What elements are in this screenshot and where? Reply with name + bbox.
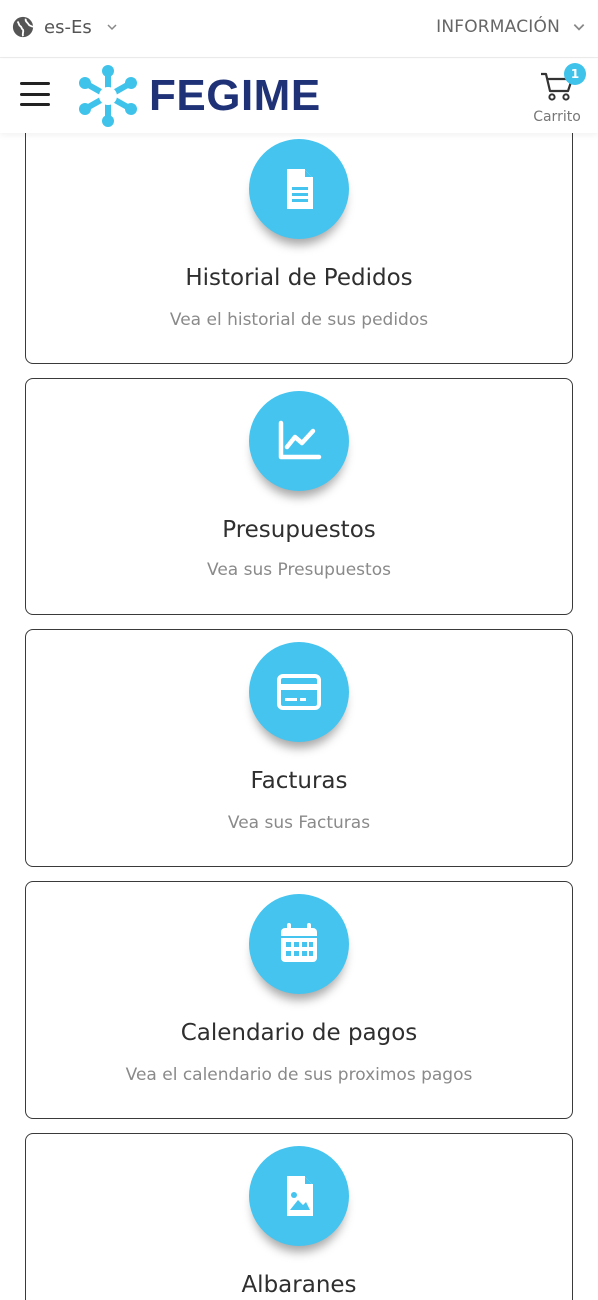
card-delivery-notes[interactable]: Albaranes xyxy=(25,1133,573,1300)
cart-button[interactable]: 1 Carrito xyxy=(528,63,586,129)
card-budgets[interactable]: Presupuestos Vea sus Presupuestos xyxy=(25,378,573,615)
globe-icon xyxy=(12,16,34,38)
cart-count-badge: 1 xyxy=(564,63,586,85)
card-icon-circle xyxy=(249,139,349,239)
image-file-icon xyxy=(287,1176,313,1216)
line-chart-icon xyxy=(278,420,322,460)
brand-name: FEGIME xyxy=(149,71,321,120)
card-icon-circle xyxy=(249,642,349,742)
card-icon-circle xyxy=(249,894,349,994)
card-description: Vea el calendario de sus proximos pagos xyxy=(125,1065,473,1085)
cart-label: Carrito xyxy=(533,109,581,125)
card-payment-calendar[interactable]: Calendario de pagos Vea el calendario de… xyxy=(25,881,573,1119)
card-description: Vea sus Facturas xyxy=(227,813,371,833)
card-invoices[interactable]: Facturas Vea sus Facturas xyxy=(25,629,573,867)
language-selector[interactable]: es-Es xyxy=(12,16,118,38)
card-title: Albaranes xyxy=(241,1272,357,1298)
card-icon-circle xyxy=(249,1146,349,1246)
chevron-down-icon xyxy=(573,24,585,31)
logo-mark-icon xyxy=(79,65,137,127)
card-title: Facturas xyxy=(250,768,348,794)
credit-card-icon xyxy=(277,674,321,710)
info-menu-label: INFORMACIÓN xyxy=(436,17,560,37)
card-title: Calendario de pagos xyxy=(180,1020,418,1046)
language-label: es-Es xyxy=(44,16,92,38)
card-order-history[interactable]: Historial de Pedidos Vea el historial de… xyxy=(25,110,573,364)
card-title: Presupuestos xyxy=(222,517,376,543)
document-icon xyxy=(287,169,313,209)
menu-icon[interactable] xyxy=(20,82,50,106)
card-description: Vea sus Presupuestos xyxy=(207,560,391,580)
main-header: FEGIME 1 Carrito xyxy=(0,59,598,133)
fegime-logo[interactable]: FEGIME xyxy=(75,63,321,129)
chevron-down-icon xyxy=(107,24,117,31)
card-description: Vea el historial de sus pedidos xyxy=(169,310,429,330)
top-bar: es-Es INFORMACIÓN xyxy=(0,0,598,58)
calendar-icon xyxy=(281,923,317,962)
info-menu[interactable]: INFORMACIÓN xyxy=(436,17,586,37)
card-title: Historial de Pedidos xyxy=(185,265,413,291)
card-icon-circle xyxy=(249,391,349,491)
